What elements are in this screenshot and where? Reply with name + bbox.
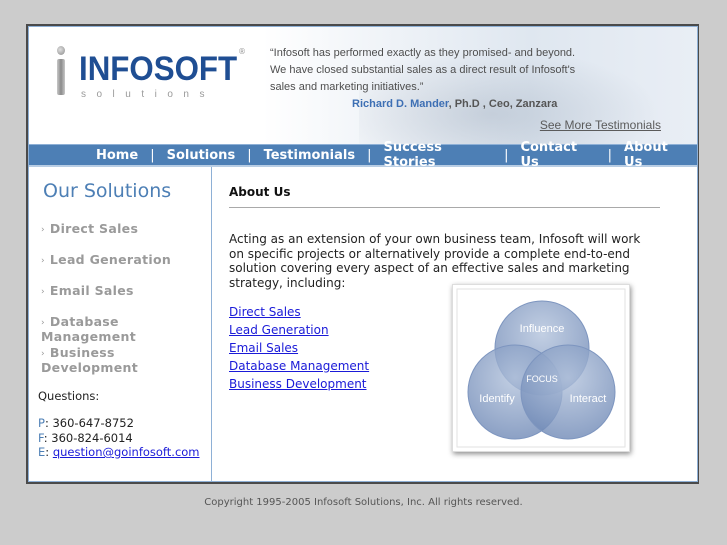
copyright-footer: Copyright 1995-2005 Infosoft Solutions, …	[204, 497, 523, 508]
questions-label: Questions:	[38, 389, 100, 403]
solution-links: Direct Sales Lead Generation Email Sales…	[229, 303, 369, 393]
phone-key: P	[38, 416, 45, 430]
phone-number: 360-647-8752	[52, 416, 134, 430]
sidebar: Our Solutions › Direct Sales › Lead Genera…	[29, 167, 212, 481]
link-lead-generation[interactable]: Lead Generation	[229, 321, 369, 339]
sidebar-item-label: Lead Generation	[49, 252, 172, 267]
nav-home[interactable]: Home	[86, 148, 148, 163]
logo[interactable]: INFOSOFT ® solutions	[51, 43, 246, 103]
see-more-testimonials-link[interactable]: See More Testimonials	[540, 118, 661, 132]
registered-mark: ®	[238, 47, 246, 56]
chevron-right-icon: ›	[41, 349, 45, 359]
venn-circle-interact	[520, 344, 616, 440]
about-body-text: Acting as an extension of your own busin…	[229, 232, 641, 290]
logo-wordmark: INFOSOFT	[79, 50, 238, 88]
phone-row: P: 360-647-8752	[38, 416, 134, 430]
venn-label-influence: Influence	[520, 323, 565, 335]
author-title: , Ph.D , Ceo, Zanzara	[448, 98, 558, 110]
chevron-right-icon: ›	[41, 225, 45, 235]
page-container: INFOSOFT ® solutions “Infosoft has perfo…	[28, 26, 698, 482]
venn-label-identify: Identify	[479, 393, 515, 405]
nav-separator: |	[247, 147, 252, 163]
nav-about-us[interactable]: About Us	[614, 140, 697, 170]
fax-number: 360-824-6014	[51, 430, 133, 445]
chevron-right-icon: ›	[41, 256, 45, 266]
sidebar-item-label: Database Management	[41, 314, 137, 344]
link-database-management[interactable]: Database Management	[229, 357, 369, 375]
sidebar-item-label: Direct Sales	[49, 221, 139, 236]
page-title: About Us	[229, 185, 291, 199]
contact-info: P: 360-647-8752 F: 360-824-6014 E: quest…	[38, 416, 200, 460]
quote-line: “Infosoft has performed exactly as they …	[270, 47, 576, 59]
email-row: E: question@goinfosoft.com	[38, 445, 200, 459]
email-link[interactable]: question@goinfosoft.com	[53, 445, 200, 459]
logo-i-stem-icon	[57, 59, 65, 95]
chevron-right-icon: ›	[41, 318, 45, 328]
nav-success-stories[interactable]: Success Stories	[374, 140, 503, 170]
testimonial-quote: “Infosoft has performed exactly as they …	[270, 45, 690, 113]
venn-label-interact: Interact	[570, 393, 607, 405]
venn-label-focus: FOCUS	[526, 374, 558, 384]
link-direct-sales[interactable]: Direct Sales	[229, 303, 369, 321]
sidebar-item-database-management[interactable]: › Database Management	[41, 314, 211, 345]
logo-i-dot-icon	[57, 46, 65, 55]
quote-line: We have closed substantial sales as a di…	[270, 64, 576, 76]
sidebar-item-label: Business Development	[41, 345, 138, 375]
fax-key: F	[38, 430, 44, 445]
sidebar-item-email-sales[interactable]: › Email Sales	[41, 283, 211, 314]
main-content: About Us Acting as an extension of your …	[212, 167, 697, 481]
link-email-sales[interactable]: Email Sales	[229, 339, 369, 357]
nav-contact-us[interactable]: Contact Us	[510, 140, 605, 170]
nav-separator: |	[150, 147, 155, 163]
nav-separator: |	[607, 147, 613, 163]
venn-diagram: Influence Identify Interact FOCUS	[456, 288, 626, 448]
main-nav: Home | Solutions | Testimonials | Succes…	[29, 140, 697, 170]
venn-diagram-image: Influence Identify Interact FOCUS	[452, 284, 630, 452]
header: INFOSOFT ® solutions “Infosoft has perfo…	[29, 27, 697, 145]
nav-separator: |	[367, 147, 372, 163]
page-frame: INFOSOFT ® solutions “Infosoft has perfo…	[26, 24, 699, 484]
sidebar-item-direct-sales[interactable]: › Direct Sales	[41, 221, 211, 252]
logo-tagline: solutions	[81, 89, 215, 100]
testimonial-author: Richard D. Mander, Ph.D , Ceo, Zanzara	[270, 96, 690, 113]
sidebar-item-label: Email Sales	[49, 283, 134, 298]
nav-separator: |	[504, 147, 509, 163]
solutions-list: › Direct Sales › Lead Generation › Email Sa…	[41, 221, 211, 376]
author-name: Richard D. Mander	[352, 98, 449, 110]
sidebar-item-business-development[interactable]: › Business Development	[41, 345, 211, 376]
link-business-development[interactable]: Business Development	[229, 375, 369, 393]
chevron-right-icon: ›	[41, 287, 45, 297]
sidebar-item-lead-generation[interactable]: › Lead Generation	[41, 252, 211, 283]
nav-testimonials[interactable]: Testimonials	[254, 148, 366, 163]
sidebar-title: Our Solutions	[43, 180, 172, 202]
nav-solutions[interactable]: Solutions	[157, 148, 246, 163]
email-key: E	[38, 445, 46, 459]
title-divider	[229, 207, 660, 208]
fax-row: F: 360-824-6014	[38, 430, 133, 445]
quote-line: sales and marketing initiatives.”	[270, 81, 424, 93]
